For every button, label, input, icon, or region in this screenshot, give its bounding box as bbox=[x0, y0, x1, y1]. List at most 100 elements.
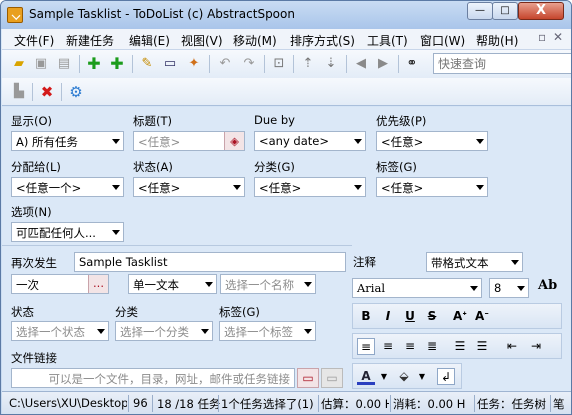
app-window: Sample Tasklist - ToDoList (c) AbstractS… bbox=[0, 0, 572, 415]
edit-pencil-icon[interactable]: ✎ bbox=[138, 55, 156, 73]
tree-view-icon[interactable]: ▙ bbox=[10, 83, 28, 101]
main-toolbar: ▰ ▣ ▤ ✚ ✚ ✎ ▭ ✦ ↶ ↷ ⊡ ⇡ ⇣ ◀ ▶ ⚭ bbox=[2, 50, 571, 78]
tags-label: 标签(G) bbox=[219, 305, 260, 319]
superscript-icon[interactable]: Aᐩ bbox=[451, 308, 469, 325]
save-icon[interactable]: ▣ bbox=[32, 55, 50, 73]
align-center-icon[interactable]: ≡ bbox=[379, 338, 397, 355]
minimize-button[interactable]: — bbox=[467, 2, 493, 20]
underline-icon[interactable]: U bbox=[401, 308, 419, 325]
format-toolbar: B I U S Aᐩ Aᐨ bbox=[352, 303, 562, 329]
task-title-input[interactable]: Sample Tasklist bbox=[74, 252, 346, 272]
comments-format-combo[interactable]: 带格式文本 bbox=[426, 252, 523, 272]
quick-find-input[interactable] bbox=[433, 53, 571, 74]
menu-window[interactable]: 窗口(W) bbox=[420, 32, 465, 49]
bullet-list-icon[interactable]: ☰ bbox=[473, 338, 491, 355]
tag-icon[interactable]: ◈ bbox=[224, 132, 244, 150]
open-folder-icon[interactable]: ▰ bbox=[10, 55, 28, 73]
bold-icon[interactable]: B bbox=[357, 308, 375, 325]
filter-panel: 显示(O) A) 所有任务 标题(T) <任意> ◈ Due by <any da… bbox=[2, 107, 571, 245]
menu-bar: 文件(F) 新建任务 编辑(E) 视图(V) 移动(M) 排序方式(S) 工具(… bbox=[2, 29, 571, 50]
due-by-combo[interactable]: <any date> bbox=[254, 131, 366, 151]
alignment-toolbar: ≡ ≡ ≡ ≣ ☰ ☰ ⇤ ⇥ bbox=[352, 333, 562, 359]
font-size-combo[interactable]: 8 bbox=[489, 278, 529, 298]
browse-folder-icon[interactable]: ▭ bbox=[297, 368, 319, 388]
move-up-icon[interactable]: ⇡ bbox=[299, 55, 317, 73]
status-combo[interactable]: 选择一个状态 bbox=[11, 321, 109, 341]
justify-icon[interactable]: ≣ bbox=[423, 338, 441, 355]
category-combo[interactable]: 选择一个分类 bbox=[115, 321, 213, 341]
move-down-icon[interactable]: ⇣ bbox=[322, 55, 340, 73]
category-filter-combo[interactable]: <任意> bbox=[254, 177, 366, 197]
show-label: 显示(O) bbox=[11, 114, 53, 128]
redo-icon[interactable]: ↷ bbox=[240, 55, 258, 73]
status-filter-combo[interactable]: <任意> bbox=[133, 177, 245, 197]
allocated-to-combo[interactable]: <任意一个> bbox=[11, 177, 124, 197]
word-wrap-icon[interactable]: ↲ bbox=[437, 368, 455, 385]
maximize-view-icon[interactable]: ⊡ bbox=[270, 55, 288, 73]
close-button[interactable]: X bbox=[518, 2, 564, 20]
arrow-left-icon[interactable]: ◀ bbox=[352, 55, 370, 73]
tags-filter-label: 标签(G) bbox=[376, 160, 417, 174]
text-color-icon[interactable]: A bbox=[357, 368, 375, 385]
tags-filter-combo[interactable]: <任意> bbox=[376, 177, 488, 197]
italic-icon[interactable]: I bbox=[379, 308, 397, 325]
single-text-combo[interactable]: 单一文本 bbox=[128, 274, 217, 294]
new-subtask-icon[interactable]: ✚ bbox=[108, 55, 126, 73]
status-filter-label: 状态(A) bbox=[133, 160, 173, 174]
category-filter-label: 分类(G) bbox=[254, 160, 295, 174]
fill-color-icon[interactable]: ⬙ bbox=[395, 368, 413, 385]
show-combo[interactable]: A) 所有任务 bbox=[11, 131, 124, 151]
menu-file[interactable]: 文件(F) bbox=[14, 32, 54, 49]
choose-name-combo[interactable]: 选择一个名称 bbox=[220, 274, 316, 294]
align-left-icon[interactable]: ≡ bbox=[357, 338, 375, 355]
maximize-button[interactable]: □ bbox=[492, 2, 518, 20]
subscript-icon[interactable]: Aᐨ bbox=[473, 308, 491, 325]
menu-help[interactable]: 帮助(H) bbox=[476, 32, 518, 49]
mdi-close-icon[interactable]: ✕ bbox=[553, 30, 563, 44]
find-binoculars-icon[interactable]: ⚭ bbox=[403, 55, 421, 73]
menu-new-task[interactable]: 新建任务 bbox=[66, 32, 114, 49]
font-style-icon[interactable]: Ab bbox=[538, 278, 560, 298]
secondary-toolbar: ▙ ✖ ⚙ bbox=[2, 78, 571, 106]
menu-edit[interactable]: 编辑(E) bbox=[129, 32, 170, 49]
status-number: 96 bbox=[133, 396, 148, 410]
outdent-icon[interactable]: ⇤ bbox=[503, 338, 521, 355]
settings-gear-icon[interactable]: ⚙ bbox=[67, 83, 85, 101]
menu-move[interactable]: 移动(M) bbox=[233, 32, 277, 49]
comments-label: 注释 bbox=[353, 255, 376, 269]
options-label: 选项(N) bbox=[11, 205, 52, 219]
clear-broom-icon[interactable]: ✦ bbox=[185, 55, 203, 73]
category-label: 分类 bbox=[115, 305, 138, 319]
status-extra: 笔 bbox=[553, 397, 565, 411]
align-right-icon[interactable]: ≡ bbox=[401, 338, 419, 355]
options-combo[interactable]: 可匹配任何人... bbox=[11, 222, 124, 242]
status-path: C:\Users\XU\Desktop\ToD bbox=[9, 396, 127, 410]
font-combo[interactable]: Arial bbox=[352, 278, 482, 298]
menu-view[interactable]: 视图(V) bbox=[181, 32, 223, 49]
open-link-icon[interactable]: ▭ bbox=[321, 368, 343, 388]
numbered-list-icon[interactable]: ☰ bbox=[451, 338, 469, 355]
status-task-count: 18 /18 任务 bbox=[157, 397, 221, 411]
fill-color-dropdown-icon[interactable]: ▼ bbox=[413, 368, 431, 385]
undo-icon[interactable]: ↶ bbox=[216, 55, 234, 73]
text-color-dropdown-icon[interactable]: ▼ bbox=[375, 368, 393, 385]
menu-sort[interactable]: 排序方式(S) bbox=[290, 32, 355, 49]
new-task-icon[interactable]: ✚ bbox=[85, 55, 103, 73]
delete-icon[interactable]: ✖ bbox=[38, 83, 56, 101]
status-view: 任务：任务树 bbox=[477, 397, 546, 411]
recurrence-browse-button[interactable]: ... bbox=[88, 275, 108, 293]
status-time-spent: 消耗：0.00 H bbox=[393, 397, 466, 411]
task-card-icon[interactable]: ▭ bbox=[161, 55, 179, 73]
arrow-right-icon[interactable]: ▶ bbox=[374, 55, 392, 73]
file-link-input[interactable]: 可以是一个文件，目录，网址，邮件或任务链接 bbox=[11, 368, 295, 388]
menu-tools[interactable]: 工具(T) bbox=[367, 32, 408, 49]
title-filter-input[interactable]: <任意> ◈ bbox=[133, 131, 245, 151]
priority-combo[interactable]: <任意> bbox=[376, 131, 488, 151]
indent-icon[interactable]: ⇥ bbox=[527, 338, 545, 355]
recurrence-combo[interactable]: 一次... bbox=[11, 274, 109, 294]
strikethrough-icon[interactable]: S bbox=[423, 308, 441, 325]
title-filter-label: 标题(T) bbox=[133, 114, 172, 128]
tags-combo[interactable]: 选择一个标签 bbox=[219, 321, 316, 341]
save-all-icon[interactable]: ▤ bbox=[55, 55, 73, 73]
mdi-minimize-icon[interactable]: ▫ bbox=[538, 30, 546, 44]
